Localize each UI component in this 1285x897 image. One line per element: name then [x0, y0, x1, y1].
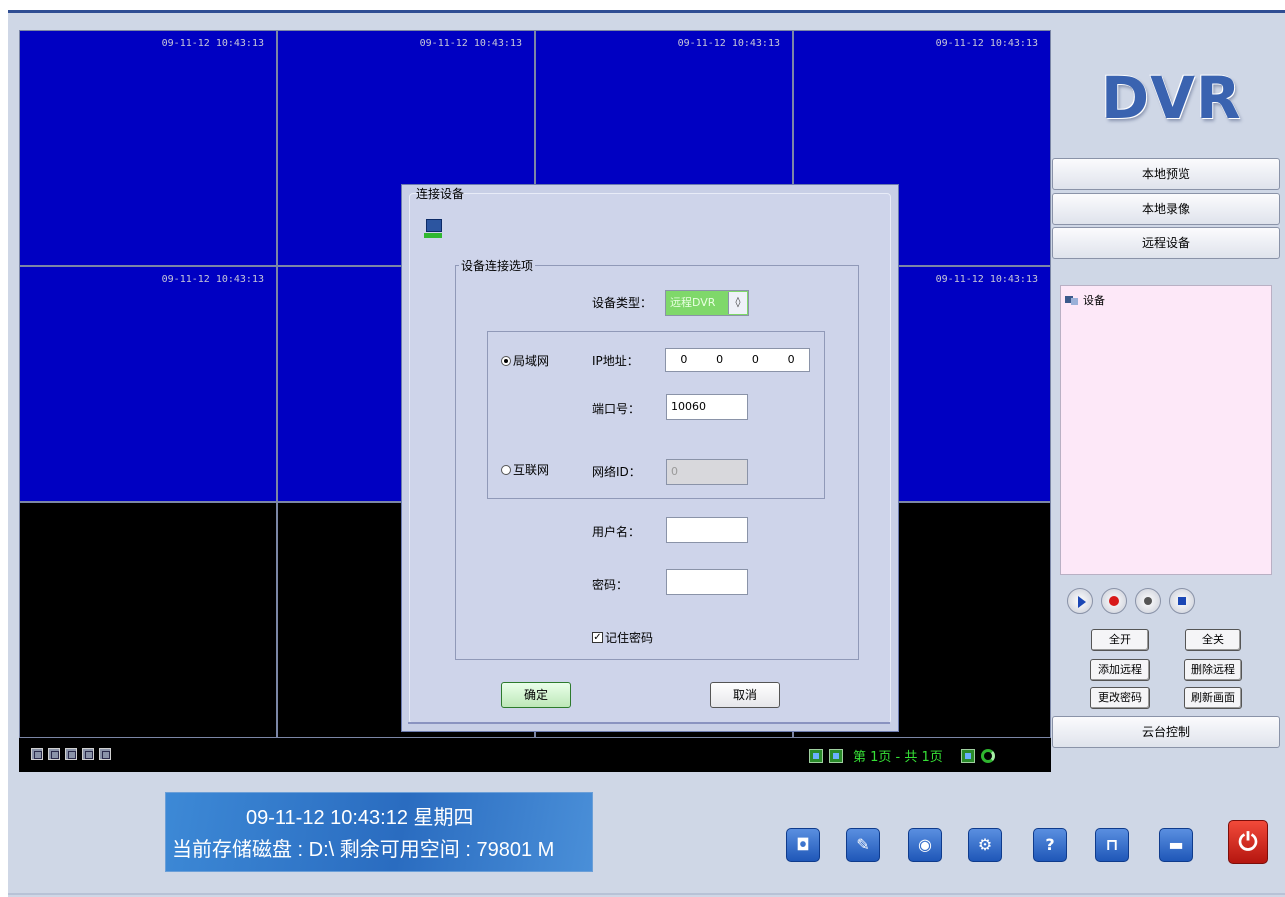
layout-4-icon[interactable] [48, 748, 60, 760]
device-group-icon [1065, 294, 1079, 306]
change-password-button[interactable]: 更改密码 [1090, 687, 1150, 709]
channel-timestamp: 09-11-12 10:43:13 [161, 274, 264, 285]
remember-label: 记住密码 [605, 631, 654, 645]
settings-icon[interactable]: ⚙ [968, 828, 1002, 862]
record-icon[interactable] [1101, 588, 1127, 614]
channel-timestamp: 09-11-12 10:43:13 [677, 38, 780, 49]
local-preview-button[interactable]: 本地预览 [1052, 158, 1280, 190]
local-record-button[interactable]: 本地录像 [1052, 193, 1280, 225]
dialog-footer-line [408, 722, 890, 724]
lock-icon[interactable]: ⊓ [1095, 828, 1129, 862]
help-icon[interactable]: ? [1033, 828, 1067, 862]
next-page-icon[interactable] [960, 748, 975, 763]
playback-controls [1067, 588, 1195, 614]
radio-unselected-icon [501, 464, 511, 475]
frame-divider [8, 893, 1285, 895]
lan-label: 局域网 [513, 354, 550, 368]
chevron-updown-icon: ◊ [728, 292, 747, 314]
first-page-icon[interactable] [809, 748, 823, 763]
remember-password-checkbox[interactable]: ✓ 记住密码 [592, 629, 653, 646]
port-label: 端口号： [592, 402, 641, 416]
stop-icon[interactable] [1169, 588, 1195, 614]
netid-field[interactable]: 0 [666, 459, 748, 485]
capture-icon[interactable] [1135, 588, 1161, 614]
channel-timestamp: 09-11-12 10:43:13 [419, 38, 522, 49]
ip-address-input[interactable]: 0 0 0 0 [665, 348, 810, 372]
status-panel: 09-11-12 10:43:12 星期四 当前存储磁盘 : D:\ 剩余可用空… [165, 792, 593, 872]
remote-device-button[interactable]: 远程设备 [1052, 227, 1280, 259]
username-field[interactable] [666, 517, 748, 543]
network-computer-icon [424, 219, 442, 241]
ptz-control-button[interactable]: 云台控制 [1052, 716, 1280, 748]
page-indicator: 第 1页 - 共 1页 [853, 750, 943, 765]
layout-1-icon[interactable] [31, 748, 43, 760]
play-icon[interactable] [1067, 588, 1093, 614]
layout-16-icon[interactable] [82, 748, 94, 760]
all-off-button[interactable]: 全关 [1185, 629, 1241, 651]
device-type-label: 设备类型： [592, 296, 653, 310]
netid-label: 网络ID： [592, 465, 641, 479]
pager: 第 1页 - 共 1页 [809, 746, 995, 765]
ok-button[interactable]: 确定 [501, 682, 571, 708]
channel-timestamp: 09-11-12 10:43:13 [935, 274, 1038, 285]
video-channel-1[interactable]: 09-11-12 10:43:13 [20, 31, 276, 265]
group-title: 设备连接选项 [459, 257, 536, 274]
minimize-icon[interactable]: ▬ [1159, 828, 1193, 862]
refresh-icon[interactable] [980, 748, 995, 763]
refresh-view-button[interactable]: 刷新画面 [1184, 687, 1242, 709]
layout-9-icon[interactable] [65, 748, 77, 760]
all-on-button[interactable]: 全开 [1091, 629, 1149, 651]
delete-remote-button[interactable]: 删除远程 [1184, 659, 1242, 681]
password-field[interactable] [666, 569, 748, 595]
edit-icon[interactable]: ✎ [846, 828, 880, 862]
dialog-title: 连接设备 [416, 187, 465, 201]
status-datetime: 09-11-12 10:43:12 星期四 [246, 807, 474, 829]
ip-octet-4[interactable]: 0 [773, 349, 809, 371]
layout-buttons [31, 748, 111, 760]
dvr-logo: DVR [1101, 64, 1242, 132]
ip-octet-3[interactable]: 0 [738, 349, 774, 371]
ip-label: IP地址： [592, 354, 639, 368]
checkbox-checked-icon: ✓ [592, 632, 603, 643]
video-channel-5[interactable]: 09-11-12 10:43:13 [20, 267, 276, 501]
wan-radio[interactable]: 互联网 [501, 461, 549, 478]
add-remote-button[interactable]: 添加远程 [1090, 659, 1150, 681]
password-label: 密码： [592, 578, 629, 592]
video-channel-9[interactable] [20, 503, 276, 737]
tree-node-label: 设备 [1083, 294, 1105, 307]
username-label: 用户名： [592, 525, 641, 539]
tree-node-devices[interactable]: 设备 [1065, 292, 1105, 308]
playback-icon[interactable]: ◉ [908, 828, 942, 862]
status-disk: 当前存储磁盘 : D:\ 剩余可用空间 : 79801 M [172, 839, 555, 861]
ip-octet-1[interactable]: 0 [666, 349, 702, 371]
snapshot-icon[interactable]: ◘ [786, 828, 820, 862]
port-field[interactable]: 10060 [666, 394, 748, 420]
device-type-select[interactable]: 远程DVR ◊ [665, 290, 749, 316]
channel-timestamp: 09-11-12 10:43:13 [161, 38, 264, 49]
device-tree[interactable]: 设备 [1060, 285, 1272, 575]
prev-page-icon[interactable] [829, 748, 843, 763]
grid-toolbar: 第 1页 - 共 1页 [19, 738, 1051, 772]
device-type-value: 远程DVR [670, 296, 716, 309]
power-icon[interactable]: ⏻ [1228, 820, 1268, 864]
cancel-button[interactable]: 取消 [710, 682, 780, 708]
ip-octet-2[interactable]: 0 [702, 349, 738, 371]
wan-label: 互联网 [513, 463, 550, 477]
channel-timestamp: 09-11-12 10:43:13 [935, 38, 1038, 49]
radio-selected-icon [501, 355, 511, 366]
lan-radio[interactable]: 局域网 [501, 352, 549, 369]
fullscreen-icon[interactable] [99, 748, 111, 760]
